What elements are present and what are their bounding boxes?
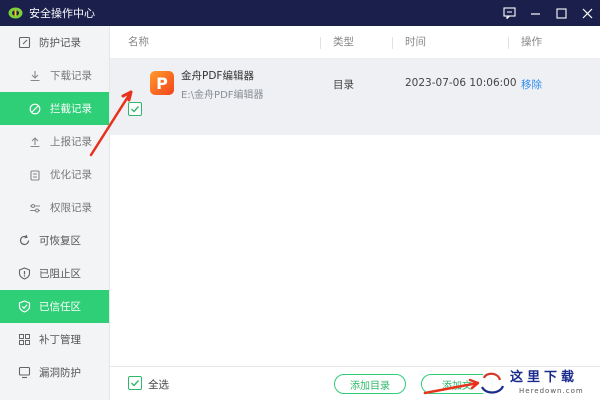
sidebar-item-label: 权限记录 [50,202,92,214]
feedback-button[interactable] [496,0,522,26]
sidebar-item-label: 下载记录 [50,70,92,82]
sidebar-item-label: 拦截记录 [50,103,92,115]
sidebar-item-intercept-records[interactable]: 拦截记录 [0,92,109,125]
close-icon [582,8,592,18]
sidebar-item-permission-records[interactable]: 权限记录 [0,191,109,224]
minimize-icon [530,12,540,15]
edit-icon [17,36,31,50]
shield-check-icon [17,300,31,314]
sidebar-item-label: 优化记录 [50,169,92,181]
row-name: 金舟PDF编辑器 [181,70,254,82]
sidebar-item-vulnerability-protection[interactable]: 漏洞防护 [0,356,109,389]
sidebar-item-download-records[interactable]: 下载记录 [0,59,109,92]
sliders-icon [28,201,42,215]
column-divider [320,37,321,49]
column-header-time[interactable]: 时间 [405,26,426,59]
sidebar-item-label: 可恢复区 [39,235,81,247]
sidebar-item-label: 已信任区 [39,301,81,313]
table-header: 名称 类型 时间 操作 [110,26,600,59]
footer-bar: 全选 添加目录 添加文 [110,366,600,400]
column-header-type[interactable]: 类型 [333,26,354,59]
column-divider [392,37,393,49]
check-icon [131,380,140,387]
minimize-button[interactable] [522,0,548,26]
download-icon [28,69,42,83]
pdf-editor-app-icon: P [150,71,174,95]
close-button[interactable] [574,0,600,26]
sidebar-item-protection-records[interactable]: 防护记录 [0,26,109,59]
title-bar: 安全操作中心 [0,0,600,26]
sidebar-item-report-records[interactable]: 上报记录 [0,125,109,158]
shield-alert-icon [17,267,31,281]
app-logo-icon [8,7,23,19]
restore-icon [17,234,31,248]
row-type: 目录 [333,79,354,91]
row-checkbox[interactable] [128,102,142,116]
maximize-icon [555,7,567,19]
add-file-button[interactable]: 添加文 [421,374,493,394]
table-row[interactable]: P 金舟PDF编辑器 E:\金舟PDF编辑器 目录 2023-07-06 10:… [110,59,600,135]
sidebar: 防护记录 下载记录 拦截记录 上报记录 优化记录 权限记录 可恢复区 已阻止区 … [0,26,110,400]
main-panel: 名称 类型 时间 操作 P 金舟PDF编辑器 E:\金舟PDF编辑器 目录 20… [110,26,600,400]
column-divider [508,37,509,49]
sidebar-item-label: 漏洞防护 [39,367,81,379]
column-header-action: 操作 [521,36,542,48]
upload-icon [28,135,42,149]
sidebar-item-label: 已阻止区 [39,268,81,280]
sidebar-item-recoverable-zone[interactable]: 可恢复区 [0,224,109,257]
column-header-name[interactable]: 名称 [128,26,149,59]
sidebar-item-blocked-zone[interactable]: 已阻止区 [0,257,109,290]
select-all-checkbox[interactable] [128,376,142,390]
clipboard-icon [28,168,42,182]
feedback-icon [502,7,516,19]
monitor-icon [17,366,31,380]
sidebar-item-trusted-zone[interactable]: 已信任区 [0,290,109,323]
sidebar-item-optimize-records[interactable]: 优化记录 [0,158,109,191]
sidebar-item-label: 补丁管理 [39,334,81,346]
window-title: 安全操作中心 [29,7,95,20]
remove-link[interactable]: 移除 [521,77,542,92]
sidebar-item-label: 上报记录 [50,136,92,148]
row-time: 2023-07-06 10:06:00 [405,77,517,89]
add-directory-button[interactable]: 添加目录 [334,374,406,394]
sidebar-item-patch-management[interactable]: 补丁管理 [0,323,109,356]
grid-icon [17,333,31,347]
sidebar-item-label: 防护记录 [39,37,81,49]
block-icon [28,102,42,116]
maximize-button[interactable] [548,0,574,26]
check-icon [131,106,140,113]
row-path: E:\金舟PDF编辑器 [181,90,264,101]
select-all-label[interactable]: 全选 [148,377,169,392]
